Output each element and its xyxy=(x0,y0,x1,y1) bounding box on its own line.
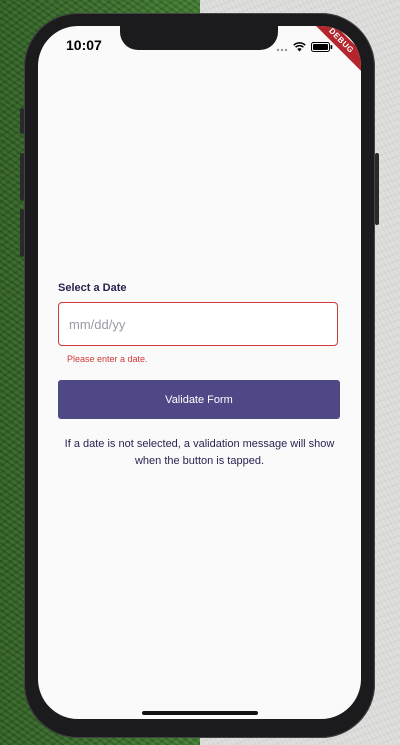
help-text: If a date is not selected, a validation … xyxy=(64,438,335,467)
date-error-message: Please enter a date. xyxy=(67,354,148,364)
status-time: 10:07 xyxy=(66,37,102,53)
date-input[interactable] xyxy=(58,302,338,346)
dots-icon xyxy=(276,39,288,57)
validate-form-button[interactable]: Validate Form xyxy=(58,380,340,419)
power-button xyxy=(375,153,379,225)
phone-screen: 10:07 DEBUG Select a Date Please enter a… xyxy=(38,26,361,719)
status-icons xyxy=(276,39,333,57)
battery-icon xyxy=(311,39,333,57)
wifi-icon xyxy=(293,39,306,57)
mute-switch xyxy=(20,108,24,134)
home-indicator xyxy=(142,711,258,715)
volume-up-button xyxy=(20,153,24,201)
volume-down-button xyxy=(20,209,24,257)
notch xyxy=(120,26,278,50)
date-field-label: Select a Date xyxy=(58,282,127,294)
